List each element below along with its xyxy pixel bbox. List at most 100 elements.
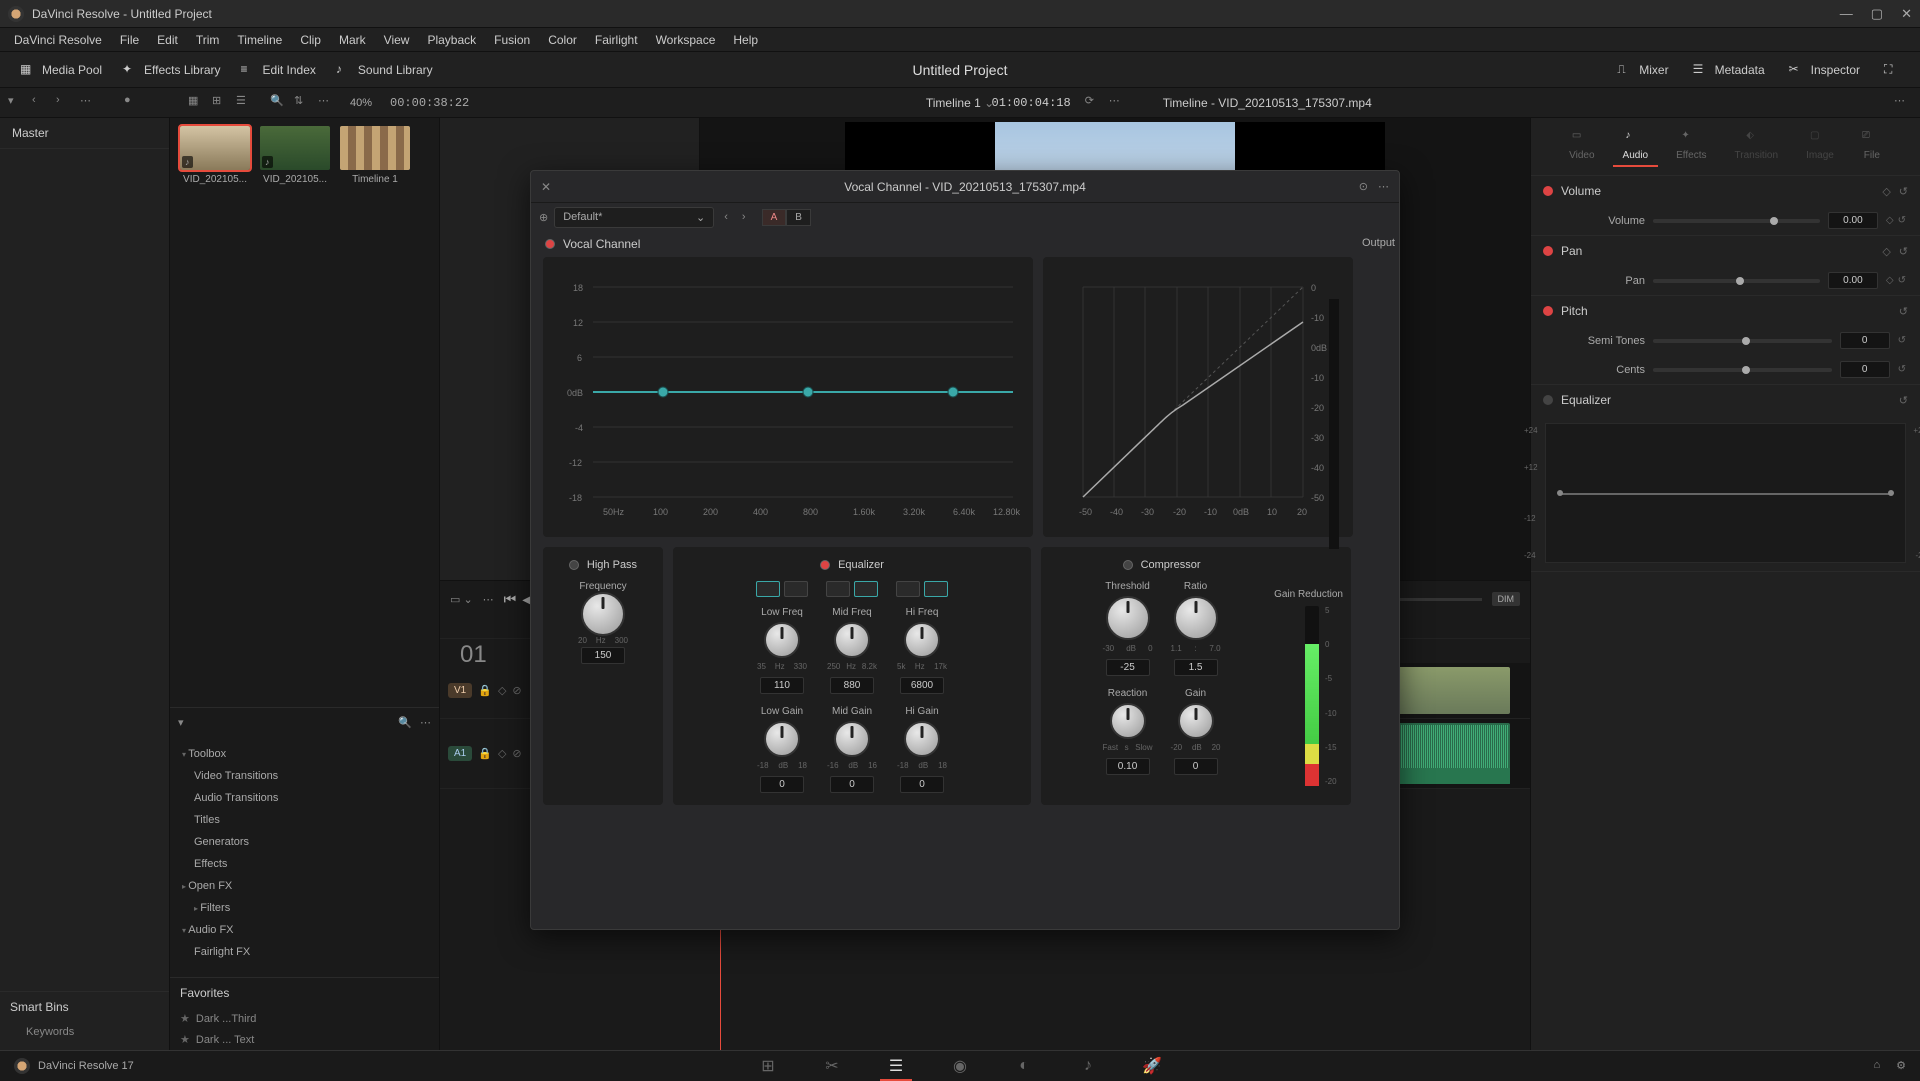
menu-fairlight[interactable]: Fairlight [587,30,646,50]
mid-freq-knob[interactable] [834,622,870,658]
inspector-more-icon[interactable]: ⋯ [1894,94,1912,112]
maximize-button[interactable]: ▢ [1871,6,1883,22]
fx-cat-audiofx[interactable]: Audio FX [170,919,439,941]
metadata-button[interactable]: ☰Metadata [1683,58,1775,82]
search-icon[interactable]: 🔍 [270,94,288,112]
high-pass-freq-knob[interactable] [581,592,625,636]
zoom-percent[interactable]: 40% [350,97,372,109]
fx-cat-filters[interactable]: Filters [170,897,439,919]
page-tab-fusion[interactable]: ◉ [948,1056,972,1076]
menu-mark[interactable]: Mark [331,30,374,50]
eq-graph[interactable]: 18 12 6 0dB -4 -12 -18 50Hz 100 200 400 … [543,257,1033,537]
eq-handle-mid[interactable] [803,387,813,397]
menu-workspace[interactable]: Workspace [648,30,724,50]
grid-view-icon[interactable]: ⊞ [212,94,230,112]
list-view-icon[interactable]: ☰ [236,94,254,112]
menu-davinci[interactable]: DaVinci Resolve [6,30,110,50]
pan-keyframe-icon[interactable]: ◇ [1886,275,1894,286]
page-tab-edit[interactable]: ☰ [884,1056,908,1076]
volume-slider[interactable] [1653,219,1820,223]
thumb-view-icon[interactable]: ▦ [188,94,206,112]
options-icon[interactable]: ⋯ [318,94,336,112]
fx-search-icon[interactable]: 🔍 [398,716,412,729]
sync-icon[interactable]: ⟳ [1085,94,1103,112]
cents-slider[interactable] [1653,368,1832,372]
inspector-button[interactable]: ✂Inspector [1779,58,1870,82]
fx-cat-audio-transitions[interactable]: Audio Transitions [170,787,439,809]
semitones-value[interactable]: 0 [1840,332,1890,349]
low-gain-knob[interactable] [764,721,800,757]
ab-toggle-a[interactable]: A [762,209,787,226]
menu-fusion[interactable]: Fusion [486,30,538,50]
menu-clip[interactable]: Clip [292,30,329,50]
more-icon[interactable]: ⋯ [80,94,98,112]
media-pool-button[interactable]: ▦Media Pool [10,58,112,82]
viewer-timecode[interactable]: 00:00:38:22 [390,96,469,110]
equalizer-enable[interactable] [820,560,830,570]
mixer-button[interactable]: ⎍Mixer [1607,58,1678,82]
vocal-channel-enable[interactable] [545,239,555,249]
low-gain-value[interactable]: 0 [760,776,804,793]
master-bin[interactable]: Master [0,118,169,149]
inspector-volume-header[interactable]: Volume◇↺ [1531,176,1920,206]
low-freq-value[interactable]: 110 [760,677,804,694]
timeline-tool-options[interactable]: ⋯ [483,593,494,606]
menu-playback[interactable]: Playback [419,30,484,50]
hi-gain-knob[interactable] [904,721,940,757]
eq-handle-low[interactable] [658,387,668,397]
transport-first-icon[interactable]: ⏮ [504,591,517,608]
ratio-knob[interactable] [1174,596,1218,640]
inspector-tab-audio[interactable]: ♪Audio [1613,126,1659,167]
track-lock-icon[interactable]: 🔒 [478,747,492,760]
track-lock-icon[interactable]: 🔒 [478,684,492,697]
sort-icon[interactable]: ⇅ [294,94,312,112]
close-button[interactable]: ✕ [1901,6,1912,22]
hi-gain-value[interactable]: 0 [900,776,944,793]
cents-value[interactable]: 0 [1840,361,1890,378]
inspector-pitch-header[interactable]: Pitch↺ [1531,296,1920,326]
pan-value[interactable]: 0.00 [1828,272,1878,289]
inspector-tab-video[interactable]: ▭Video [1559,126,1604,167]
fx-cat-effects[interactable]: Effects [170,853,439,875]
hi-shelf-icon[interactable] [896,581,920,597]
expand-button[interactable]: ⛶ [1874,58,1910,82]
pan-slider[interactable] [1653,279,1820,283]
preset-dropdown[interactable]: Default*⌄ [554,207,714,228]
smart-bin-keywords[interactable]: Keywords [10,1022,159,1042]
dialog-close-button[interactable]: ✕ [541,180,551,194]
timeline-dropdown[interactable]: Timeline 1 [926,96,994,110]
threshold-knob[interactable] [1106,596,1150,640]
sound-library-button[interactable]: ♪Sound Library [326,58,443,82]
minimize-button[interactable]: — [1840,6,1853,22]
menu-file[interactable]: File [112,30,147,50]
next-icon[interactable]: › [56,94,74,112]
smart-bins-header[interactable]: Smart Bins [10,1000,159,1014]
timeline-tool-selection[interactable]: ▭ ⌄ [450,593,473,606]
semitones-slider[interactable] [1653,339,1832,343]
preset-prev-button[interactable]: ‹ [720,211,732,223]
home-icon[interactable]: ⌂ [1873,1059,1880,1072]
dialog-more-icon[interactable]: ⋯ [1378,180,1389,193]
inspector-tab-file[interactable]: ⎚File [1852,126,1892,167]
mid-freq-value[interactable]: 880 [830,677,874,694]
effects-library-button[interactable]: ✦Effects Library [112,58,230,82]
fx-panel-toggle-icon[interactable]: ▾ [178,716,184,729]
inspector-pan-header[interactable]: Pan◇↺ [1531,236,1920,266]
dialog-add-button[interactable]: ⊕ [539,211,548,224]
edit-index-button[interactable]: ≡Edit Index [231,58,326,82]
fx-options-icon[interactable]: ⋯ [420,716,431,729]
mid-bell-icon[interactable] [854,581,878,597]
eq-handle-hi[interactable] [948,387,958,397]
volume-value[interactable]: 0.00 [1828,212,1878,229]
mid-gain-value[interactable]: 0 [830,776,874,793]
hi-bell-icon[interactable] [924,581,948,597]
media-thumb-0[interactable]: ♪ VID_202105... [178,126,252,260]
ratio-value[interactable]: 1.5 [1174,659,1218,676]
settings-icon[interactable]: ⚙ [1896,1059,1906,1072]
menu-color[interactable]: Color [540,30,585,50]
hi-freq-value[interactable]: 6800 [900,677,944,694]
fx-cat-video-transitions[interactable]: Video Transitions [170,765,439,787]
favorites-header[interactable]: Favorites [170,977,439,1008]
reaction-value[interactable]: 0.10 [1106,758,1150,775]
fx-cat-openfx[interactable]: Open FX [170,875,439,897]
